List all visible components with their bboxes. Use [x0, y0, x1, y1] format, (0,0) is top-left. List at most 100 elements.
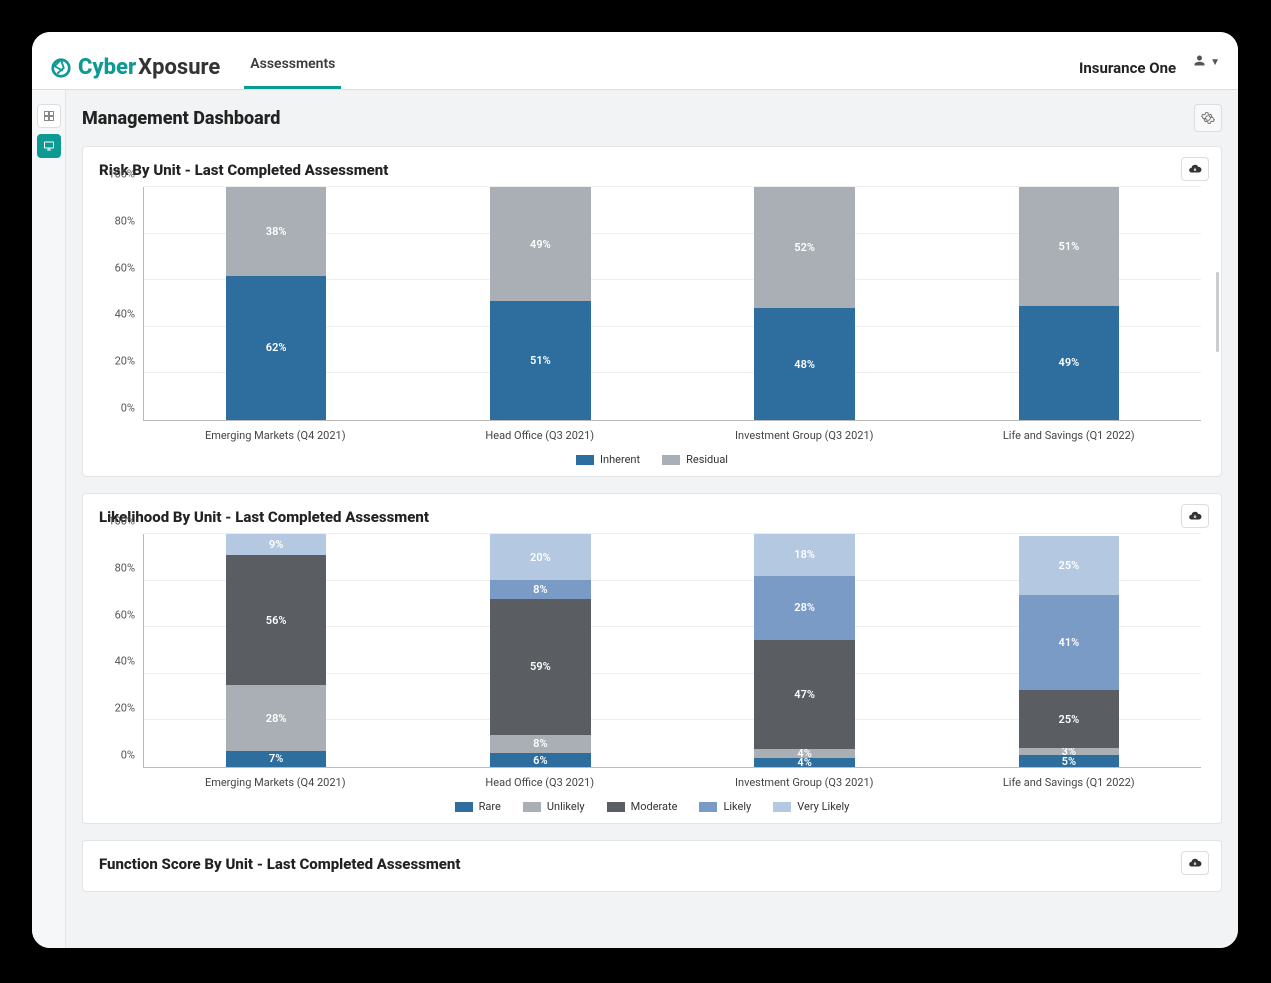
bar-segment: 59%: [490, 599, 590, 735]
legend-item[interactable]: Likely: [699, 800, 751, 813]
segment-label: 51%: [530, 354, 551, 367]
stacked-bar: 5%3%25%41%25%: [1019, 536, 1119, 767]
bar-segment: 41%: [1019, 595, 1119, 691]
chart-card: Risk By Unit - Last Completed Assessment…: [82, 146, 1222, 477]
bar-segment: 62%: [226, 276, 326, 420]
segment-label: 8%: [533, 583, 547, 596]
segment-label: 49%: [1059, 356, 1080, 369]
legend-swatch: [773, 802, 791, 812]
user-icon: [1192, 53, 1207, 72]
cloud-download-icon: [1188, 509, 1202, 523]
stacked-bar: 4%4%47%28%18%: [754, 534, 854, 767]
user-menu[interactable]: ▼: [1192, 53, 1220, 82]
rail-grid-button[interactable]: [37, 104, 61, 128]
legend-label: Residual: [686, 453, 728, 466]
x-tick: Emerging Markets (Q4 2021): [143, 425, 408, 447]
bar-column: 5%3%25%41%25%: [937, 534, 1201, 767]
legend-item[interactable]: Moderate: [607, 800, 678, 813]
device-frame: CyberXposure Assessments Insurance One ▼…: [20, 20, 1250, 960]
segment-label: 56%: [266, 614, 287, 627]
rail-dashboard-button[interactable]: [37, 134, 61, 158]
nav-tab-assessments[interactable]: Assessments: [244, 46, 341, 89]
legend-item[interactable]: Inherent: [576, 453, 640, 466]
stacked-bar: 6%8%59%8%20%: [490, 534, 590, 767]
legend-label: Inherent: [600, 453, 640, 466]
page-title: Management Dashboard: [82, 108, 280, 129]
legend-item[interactable]: Very Likely: [773, 800, 849, 813]
stacked-bar: 62% 38%: [226, 187, 326, 420]
download-button[interactable]: [1181, 157, 1209, 181]
y-tick: 80%: [99, 561, 135, 574]
plot-area: 7%28%56%9%6%8%59%8%20%4%4%47%28%18%5%3%2…: [143, 534, 1201, 768]
y-tick: 0%: [99, 749, 135, 762]
brand-text-a: Cyber: [78, 55, 136, 80]
chart-area: 0%20%40%60%80%100%7%28%56%9%6%8%59%8%20%…: [99, 534, 1205, 794]
bar-segment: 25%: [1019, 536, 1119, 594]
bar-segment: 48%: [754, 308, 854, 420]
bar-segment: 8%: [490, 735, 590, 753]
chart-legend: Rare Unlikely Moderate Likely Very Likely: [99, 800, 1205, 813]
y-axis: 0%20%40%60%80%100%: [99, 187, 139, 421]
download-button[interactable]: [1181, 504, 1209, 528]
legend-label: Moderate: [631, 800, 678, 813]
y-tick: 20%: [99, 702, 135, 715]
bar-segment: 25%: [1019, 690, 1119, 748]
plot-area: 62% 38% 51% 49% 48% 52% 49% 51%: [143, 187, 1201, 421]
y-axis: 0%20%40%60%80%100%: [99, 534, 139, 768]
x-tick: Life and Savings (Q1 2022): [937, 772, 1202, 794]
segment-label: 62%: [266, 341, 287, 354]
main-content: Management Dashboard Risk By Unit - Last…: [66, 90, 1238, 948]
stacked-bar: 7%28%56%9%: [226, 534, 326, 767]
segment-label: 41%: [1059, 636, 1080, 649]
bar-column: 4%4%47%28%18%: [673, 534, 937, 767]
legend-label: Unlikely: [547, 800, 585, 813]
bar-segment: 6%: [490, 753, 590, 767]
legend-item[interactable]: Residual: [662, 453, 728, 466]
cloud-download-icon: [1188, 856, 1202, 870]
x-tick: Emerging Markets (Q4 2021): [143, 772, 408, 794]
legend-swatch: [455, 802, 473, 812]
segment-label: 59%: [530, 660, 551, 673]
bar-segment: 4%: [754, 758, 854, 767]
y-tick: 100%: [99, 168, 135, 181]
bar-segment: 49%: [490, 187, 590, 301]
x-tick: Investment Group (Q3 2021): [672, 425, 937, 447]
brand-logo[interactable]: CyberXposure: [50, 55, 220, 80]
legend-swatch: [662, 455, 680, 465]
stacked-bar: 48% 52%: [754, 187, 854, 420]
bar-segment: 5%: [1019, 755, 1119, 767]
legend-item[interactable]: Unlikely: [523, 800, 585, 813]
cloud-download-icon: [1188, 162, 1202, 176]
bar-column: 7%28%56%9%: [144, 534, 408, 767]
bar-segment: 47%: [754, 640, 854, 748]
bar-segment: 56%: [226, 555, 326, 685]
aperture-icon: [50, 57, 72, 79]
legend-item[interactable]: Rare: [455, 800, 501, 813]
settings-button[interactable]: [1194, 104, 1222, 132]
x-tick: Head Office (Q3 2021): [408, 772, 673, 794]
page-title-row: Management Dashboard: [82, 104, 1222, 132]
segment-label: 28%: [794, 601, 815, 614]
segment-label: 49%: [530, 238, 551, 251]
x-tick: Head Office (Q3 2021): [408, 425, 673, 447]
bar-segment: 7%: [226, 751, 326, 767]
legend-label: Rare: [479, 800, 501, 813]
segment-label: 38%: [266, 225, 287, 238]
y-tick: 60%: [99, 608, 135, 621]
bar-segment: 9%: [226, 534, 326, 555]
stacked-bar: 51% 49%: [490, 187, 590, 420]
chevron-down-icon: ▼: [1210, 57, 1220, 68]
bar-segment: 51%: [490, 301, 590, 420]
segment-label: 3%: [1062, 748, 1076, 755]
bar-segment: 28%: [754, 576, 854, 641]
y-tick: 40%: [99, 655, 135, 668]
segment-label: 52%: [794, 241, 815, 254]
download-button[interactable]: [1181, 851, 1209, 875]
legend-label: Very Likely: [797, 800, 849, 813]
legend-swatch: [607, 802, 625, 812]
y-tick: 40%: [99, 308, 135, 321]
segment-label: 6%: [533, 754, 547, 767]
bar-segment: 52%: [754, 187, 854, 308]
resize-handle[interactable]: [1216, 272, 1219, 352]
org-name: Insurance One: [1079, 59, 1176, 77]
